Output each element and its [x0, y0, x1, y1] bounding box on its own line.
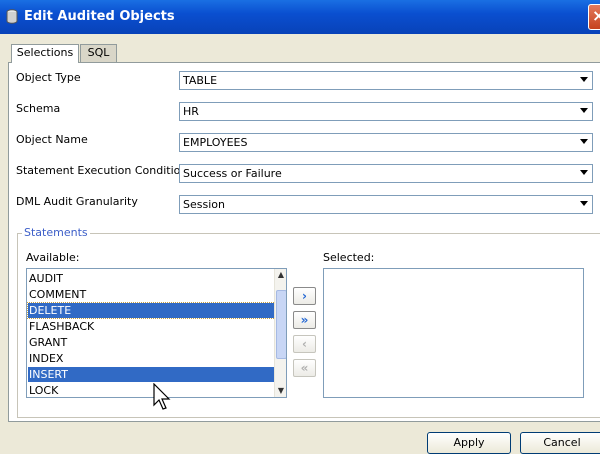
granularity-value: Session	[183, 198, 225, 211]
move-all-right-button[interactable]: »	[293, 311, 316, 329]
chevron-down-icon	[580, 108, 588, 113]
database-icon	[6, 9, 18, 24]
move-all-left-button[interactable]: «	[293, 359, 316, 377]
object-name-value: EMPLOYEES	[183, 136, 248, 149]
object-type-label: Object Type	[16, 71, 81, 84]
tab-selections[interactable]: Selections	[11, 44, 79, 63]
available-label: Available:	[26, 251, 80, 264]
statements-legend: Statements	[22, 226, 90, 239]
condition-label: Statement Execution Condition	[16, 164, 188, 177]
chevron-down-icon	[580, 170, 588, 175]
move-left-button[interactable]: ‹	[293, 335, 316, 353]
condition-value: Success or Failure	[183, 167, 282, 180]
granularity-label: DML Audit Granularity	[16, 195, 138, 208]
chevron-down-icon	[580, 77, 588, 82]
selected-list[interactable]	[323, 268, 584, 398]
cancel-button[interactable]: Cancel	[520, 432, 600, 454]
list-item[interactable]: DELETE	[27, 302, 276, 319]
move-right-button[interactable]: ›	[293, 287, 316, 305]
selected-label: Selected:	[323, 251, 375, 264]
schema-select[interactable]: HR	[179, 102, 593, 121]
close-icon: ×	[592, 6, 600, 25]
list-item[interactable]: INDEX	[28, 351, 275, 366]
list-item[interactable]: COMMENT	[28, 287, 275, 302]
condition-select[interactable]: Success or Failure	[179, 164, 593, 183]
schema-label: Schema	[16, 102, 61, 115]
tab-sql[interactable]: SQL	[80, 44, 117, 62]
mouse-cursor-icon	[153, 383, 171, 410]
list-item[interactable]: GRANT	[28, 335, 275, 350]
title-bar: Edit Audited Objects ×	[0, 0, 600, 34]
apply-button[interactable]: Apply	[427, 432, 511, 454]
window-title: Edit Audited Objects	[24, 9, 175, 24]
granularity-select[interactable]: Session	[179, 195, 593, 214]
close-button[interactable]: ×	[588, 4, 600, 30]
schema-value: HR	[183, 105, 199, 118]
available-list[interactable]: AUDIT COMMENT DELETE FLASHBACK GRANT IND…	[26, 268, 287, 398]
list-item[interactable]: LOCK	[28, 383, 275, 397]
object-type-value: TABLE	[183, 74, 218, 87]
object-name-select[interactable]: EMPLOYEES	[179, 133, 593, 152]
chevron-down-icon	[580, 201, 588, 206]
object-type-select[interactable]: TABLE	[179, 71, 593, 90]
scroll-down-icon[interactable]: ▼	[275, 385, 286, 397]
scroll-up-icon[interactable]: ▲	[275, 269, 286, 281]
list-scrollbar[interactable]: ▲ ▼	[274, 269, 286, 397]
list-item[interactable]: INSERT	[28, 367, 275, 382]
list-item[interactable]: AUDIT	[28, 271, 275, 286]
scroll-thumb[interactable]	[276, 290, 286, 359]
object-name-label: Object Name	[16, 133, 88, 146]
list-item[interactable]: FLASHBACK	[28, 319, 275, 334]
chevron-down-icon	[580, 139, 588, 144]
